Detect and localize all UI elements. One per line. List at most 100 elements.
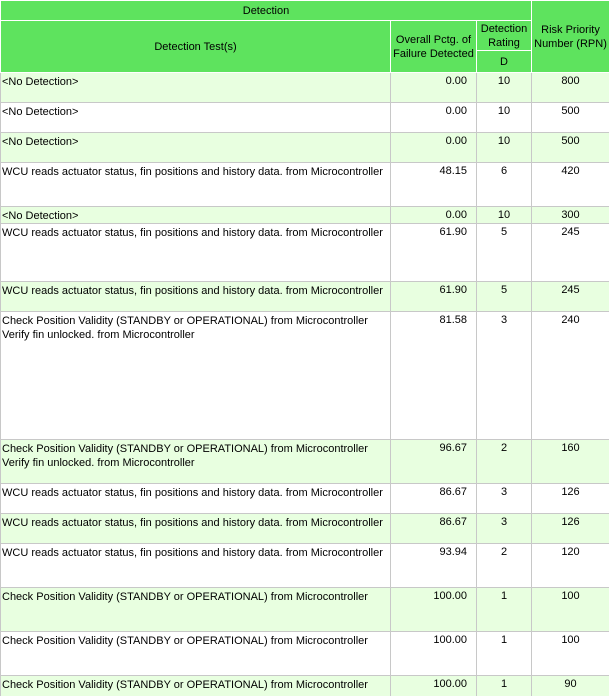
detection-rating-cell: 3 xyxy=(476,311,532,440)
detection-test-text: Check Position Validity (STANDBY or OPER… xyxy=(2,635,368,647)
detection-rating-cell: 1 xyxy=(476,631,532,676)
detection-header-cell: Detection xyxy=(0,0,532,21)
rpn-cell: 120 xyxy=(531,543,609,588)
rpn-cell: 126 xyxy=(531,483,609,514)
table-row: WCU reads actuator status, fin positions… xyxy=(0,513,609,544)
detection-test-text: Verify fin unlocked. from Microcontrolle… xyxy=(2,457,195,469)
detection-test-text: WCU reads actuator status, fin positions… xyxy=(2,227,383,239)
rating-header-cell: Detection Rating xyxy=(476,20,532,51)
detection-rating-cell: 10 xyxy=(476,72,532,103)
detection-rating-cell: 10 xyxy=(476,132,532,163)
rpn-cell: 800 xyxy=(531,72,609,103)
detection-rating-cell: 10 xyxy=(476,102,532,133)
rating-sub-header: D xyxy=(500,55,508,68)
rating-header-line2: Rating xyxy=(488,36,520,49)
rpn-header-cell: Risk Priority Number (RPN) xyxy=(531,0,609,73)
detection-test-text: Check Position Validity (STANDBY or OPER… xyxy=(2,679,368,691)
header-title-row: Detection Risk Priority Number (RPN) xyxy=(0,0,609,73)
pctg-header-line2: Failure Detected xyxy=(393,47,474,60)
table-row: Check Position Validity (STANDBY or OPER… xyxy=(0,675,609,696)
detection-test-text: Verify fin unlocked. from Microcontrolle… xyxy=(2,329,195,341)
rpn-header-line1: Risk Priority xyxy=(541,23,600,36)
detection-test-text: <No Detection> xyxy=(2,76,79,88)
detection-test-text: Check Position Validity (STANDBY or OPER… xyxy=(2,591,368,603)
detection-test-text: Check Position Validity (STANDBY or OPER… xyxy=(2,443,368,455)
detection-sheet: Detection Risk Priority Number (RPN) Det… xyxy=(0,0,609,696)
detection-table: Detection Risk Priority Number (RPN) Det… xyxy=(0,0,609,696)
detection-test-text: Check Position Validity (STANDBY or OPER… xyxy=(2,315,368,327)
failure-pctg-cell: 48.15 xyxy=(390,162,477,207)
detection-test-cell: WCU reads actuator status, fin positions… xyxy=(0,543,391,588)
detection-test-cell: WCU reads actuator status, fin positions… xyxy=(0,483,391,514)
rpn-cell: 100 xyxy=(531,631,609,676)
failure-pctg-cell: 96.67 xyxy=(390,439,477,484)
failure-pctg-cell: 100.00 xyxy=(390,631,477,676)
failure-pctg-cell: 0.00 xyxy=(390,102,477,133)
table-row: WCU reads actuator status, fin positions… xyxy=(0,162,609,207)
detection-test-cell: WCU reads actuator status, fin positions… xyxy=(0,223,391,282)
table-row: Check Position Validity (STANDBY or OPER… xyxy=(0,587,609,632)
failure-pctg-cell: 61.90 xyxy=(390,281,477,312)
pctg-header-line1: Overall Pctg. of xyxy=(395,33,472,46)
detection-header: Detection xyxy=(242,4,290,17)
detection-test-text: WCU reads actuator status, fin positions… xyxy=(2,166,383,178)
detection-rating-cell: 2 xyxy=(476,543,532,588)
detection-rating-cell: 6 xyxy=(476,162,532,207)
detection-test-text: <No Detection> xyxy=(2,106,79,118)
failure-pctg-cell: 86.67 xyxy=(390,483,477,514)
detection-rating-cell: 1 xyxy=(476,675,532,696)
table-row: Check Position Validity (STANDBY or OPER… xyxy=(0,311,609,440)
header-columns-row: Detection Test(s) Overall Pctg. of Failu… xyxy=(0,20,609,73)
failure-pctg-cell: 0.00 xyxy=(390,72,477,103)
table-row: WCU reads actuator status, fin positions… xyxy=(0,483,609,514)
failure-pctg-cell: 61.90 xyxy=(390,223,477,282)
rpn-cell: 245 xyxy=(531,281,609,312)
detection-test-cell: Check Position Validity (STANDBY or OPER… xyxy=(0,439,391,484)
detection-test-cell: Check Position Validity (STANDBY or OPER… xyxy=(0,587,391,632)
failure-pctg-cell: 93.94 xyxy=(390,543,477,588)
detection-test-cell: WCU reads actuator status, fin positions… xyxy=(0,281,391,312)
detection-rating-cell: 3 xyxy=(476,513,532,544)
rpn-cell: 500 xyxy=(531,132,609,163)
table-row: Check Position Validity (STANDBY or OPER… xyxy=(0,439,609,484)
detection-test-cell: WCU reads actuator status, fin positions… xyxy=(0,513,391,544)
rpn-cell: 160 xyxy=(531,439,609,484)
detection-test-cell: <No Detection> xyxy=(0,206,391,224)
table-row: <No Detection> 0.00 10 500 xyxy=(0,102,609,133)
rpn-cell: 300 xyxy=(531,206,609,224)
rating-sub-header-cell: D xyxy=(476,50,532,73)
failure-pctg-cell: 100.00 xyxy=(390,587,477,632)
detection-test-text: <No Detection> xyxy=(2,136,79,148)
detection-rating-cell: 10 xyxy=(476,206,532,224)
rpn-cell: 100 xyxy=(531,587,609,632)
detection-test-cell: Check Position Validity (STANDBY or OPER… xyxy=(0,311,391,440)
rpn-header-line2: Number (RPN) xyxy=(534,37,607,50)
detection-test-cell: Check Position Validity (STANDBY or OPER… xyxy=(0,631,391,676)
table-row: WCU reads actuator status, fin positions… xyxy=(0,281,609,312)
rpn-cell: 500 xyxy=(531,102,609,133)
detection-test-text: WCU reads actuator status, fin positions… xyxy=(2,547,383,559)
test-header: Detection Test(s) xyxy=(154,40,237,53)
failure-pctg-cell: 0.00 xyxy=(390,206,477,224)
detection-test-text: WCU reads actuator status, fin positions… xyxy=(2,487,383,499)
rpn-cell: 420 xyxy=(531,162,609,207)
rpn-cell: 245 xyxy=(531,223,609,282)
detection-test-cell: WCU reads actuator status, fin positions… xyxy=(0,162,391,207)
table-row: Check Position Validity (STANDBY or OPER… xyxy=(0,631,609,676)
detection-rating-cell: 5 xyxy=(476,223,532,282)
rpn-cell: 90 xyxy=(531,675,609,696)
failure-pctg-cell: 100.00 xyxy=(390,675,477,696)
detection-rating-cell: 2 xyxy=(476,439,532,484)
pctg-header-cell: Overall Pctg. of Failure Detected xyxy=(390,20,477,73)
rpn-cell: 126 xyxy=(531,513,609,544)
detection-test-cell: Check Position Validity (STANDBY or OPER… xyxy=(0,675,391,696)
table-row: <No Detection> 0.00 10 300 xyxy=(0,206,609,224)
failure-pctg-cell: 86.67 xyxy=(390,513,477,544)
failure-pctg-cell: 81.58 xyxy=(390,311,477,440)
test-header-cell: Detection Test(s) xyxy=(0,20,391,73)
table-row: WCU reads actuator status, fin positions… xyxy=(0,543,609,588)
detection-test-cell: <No Detection> xyxy=(0,132,391,163)
rpn-cell: 240 xyxy=(531,311,609,440)
detection-table-body: Detection Risk Priority Number (RPN) Det… xyxy=(0,0,609,696)
detection-rating-cell: 1 xyxy=(476,587,532,632)
